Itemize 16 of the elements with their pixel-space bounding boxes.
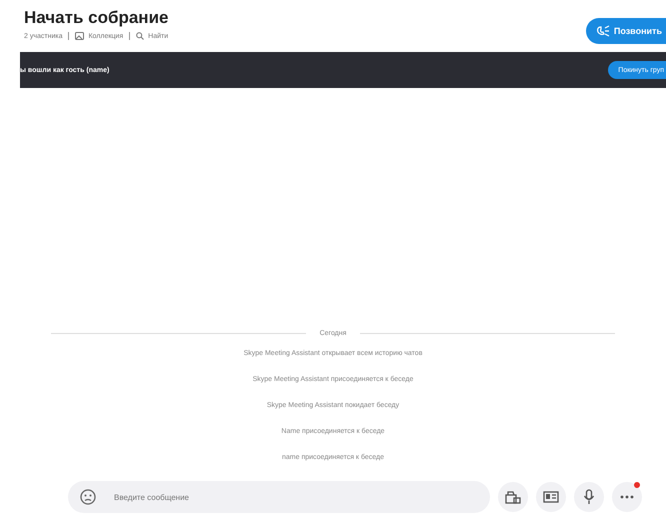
contact-card-button[interactable] [536, 482, 566, 512]
file-share-button[interactable] [498, 482, 528, 512]
contact-card-icon [543, 491, 559, 503]
video-call-icon [596, 25, 610, 37]
gallery-icon [75, 32, 84, 40]
file-icon [505, 490, 521, 504]
search-icon [136, 32, 144, 40]
microphone-button[interactable] [574, 482, 604, 512]
message-field[interactable]: Введите сообщение [68, 481, 490, 513]
more-icon [620, 495, 634, 499]
chat-title: Начать собрание [24, 8, 168, 28]
microphone-icon [583, 489, 595, 505]
emoji-icon[interactable] [80, 489, 96, 505]
call-button[interactable]: Позвонить [586, 18, 666, 44]
message-input[interactable]: Введите сообщение [112, 492, 478, 502]
more-button[interactable] [612, 482, 642, 512]
